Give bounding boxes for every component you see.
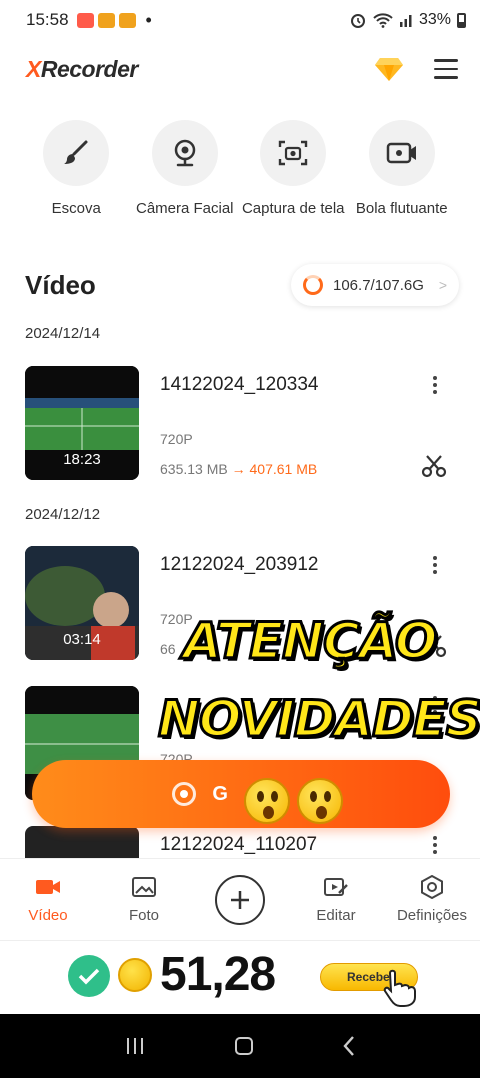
tab-label: Editar [316, 907, 356, 924]
storage-text: 106.7/107.6G [333, 276, 424, 294]
tab-label: Vídeo [28, 907, 68, 924]
battery-icon [457, 12, 466, 28]
signal-icon [399, 15, 412, 27]
section-title: Vídeo [25, 270, 96, 300]
more-notifications-dot-icon: • [145, 9, 152, 30]
webcam-icon [174, 139, 195, 167]
chevron-right-icon: > [438, 277, 447, 293]
storage-indicator[interactable]: 106.7/107.6G > [291, 264, 459, 306]
photo-icon [132, 877, 156, 897]
surprised-emoji-icon [244, 778, 290, 824]
app-notification-icon-2 [118, 12, 136, 28]
video-camera-icon [36, 880, 60, 894]
record-icon [172, 782, 197, 806]
tab-label: Definições [396, 907, 468, 924]
more-options-icon[interactable] [433, 836, 437, 854]
video-duration: 03:14 [63, 631, 101, 648]
record-button-label: G [212, 782, 228, 805]
tool-label: Escova [51, 200, 101, 217]
edit-icon [324, 878, 348, 896]
brush-icon [64, 140, 88, 164]
status-notification-icons: • [76, 9, 152, 31]
tab-label: Foto [128, 907, 159, 924]
app-notification-icon [97, 12, 115, 28]
tool-label: Bola flutuante [355, 200, 448, 217]
tab-photo[interactable]: Foto [96, 859, 192, 940]
overlay-news-text: NOVIDADES [157, 689, 480, 750]
date-header: 2024/12/12 [25, 506, 101, 523]
more-options-icon[interactable] [433, 556, 437, 574]
coin-icon [118, 958, 152, 992]
reward-amount: 51,28 [160, 948, 276, 1001]
screenshot-icon [279, 140, 308, 166]
video-size: 66 [160, 641, 176, 657]
video-list-item[interactable]: 18:23 14122024_120334 720P 635.13 MB → 4… [25, 366, 455, 480]
tool-label: Câmera Facial [135, 200, 234, 217]
tool-face-camera[interactable]: Câmera Facial [131, 120, 240, 217]
app-header: XRecorder [0, 46, 480, 92]
record-button[interactable]: G r [32, 760, 450, 828]
tab-edit[interactable]: Editar [288, 859, 384, 940]
status-right: 33% [349, 11, 466, 29]
app-logo: XRecorder [26, 55, 138, 82]
reward-banner: 51,28 Recebe [0, 940, 480, 1014]
surprised-emoji-icon [297, 778, 343, 824]
video-name: 12122024_203912 [160, 554, 319, 575]
video-name: 12122024_110207 [160, 834, 318, 855]
settings-icon [421, 875, 443, 899]
recent-apps-icon[interactable] [124, 1036, 146, 1056]
pointing-hand-icon [383, 969, 416, 1007]
tab-settings[interactable]: Definições [384, 859, 480, 940]
scissors-icon[interactable] [421, 454, 447, 478]
video-thumbnail[interactable]: 18:23 [25, 366, 139, 480]
hamburger-menu-icon[interactable] [434, 59, 458, 79]
home-icon[interactable] [234, 1037, 253, 1055]
video-name: 14122024_120334 [160, 374, 319, 395]
battery-percent: 33% [418, 11, 451, 28]
video-app-notification-icon [76, 12, 94, 28]
tool-brush[interactable]: Escova [22, 120, 131, 217]
floating-ball-icon [386, 142, 416, 164]
storage-ring-icon [303, 275, 323, 295]
overlay-attention-text: ATENÇÃO [181, 611, 438, 672]
back-icon[interactable] [342, 1035, 356, 1057]
tools-row: Escova Câmera Facial Captura de tela Bol… [0, 120, 480, 217]
bottom-navigation: Vídeo Foto Editar Definições [0, 858, 480, 940]
plus-icon[interactable] [215, 874, 265, 925]
date-header: 2024/12/14 [25, 325, 101, 342]
video-resolution: 720P [160, 431, 193, 447]
status-bar: 15:58 • 33% [0, 0, 480, 40]
tab-video[interactable]: Vídeo [0, 859, 96, 940]
video-thumbnail[interactable]: 03:14 [25, 546, 139, 660]
video-thumbnail[interactable] [25, 826, 139, 858]
status-time: 15:58 [26, 10, 69, 29]
wifi-icon [373, 13, 393, 28]
add-button[interactable] [192, 859, 288, 940]
tool-floating-ball[interactable]: Bola flutuante [348, 120, 457, 217]
tool-screenshot[interactable]: Captura de tela [239, 120, 348, 217]
video-duration: 18:23 [63, 451, 101, 468]
alarm-icon [350, 14, 365, 28]
video-list-item[interactable]: 12122024_110207 [25, 826, 455, 858]
video-size: 635.13 MB → 407.61 MB [160, 461, 318, 477]
system-navigation-bar [0, 1014, 480, 1078]
more-options-icon[interactable] [433, 376, 437, 394]
check-icon [68, 955, 110, 997]
tool-label: Captura de tela [241, 200, 345, 217]
diamond-icon[interactable] [374, 56, 404, 82]
